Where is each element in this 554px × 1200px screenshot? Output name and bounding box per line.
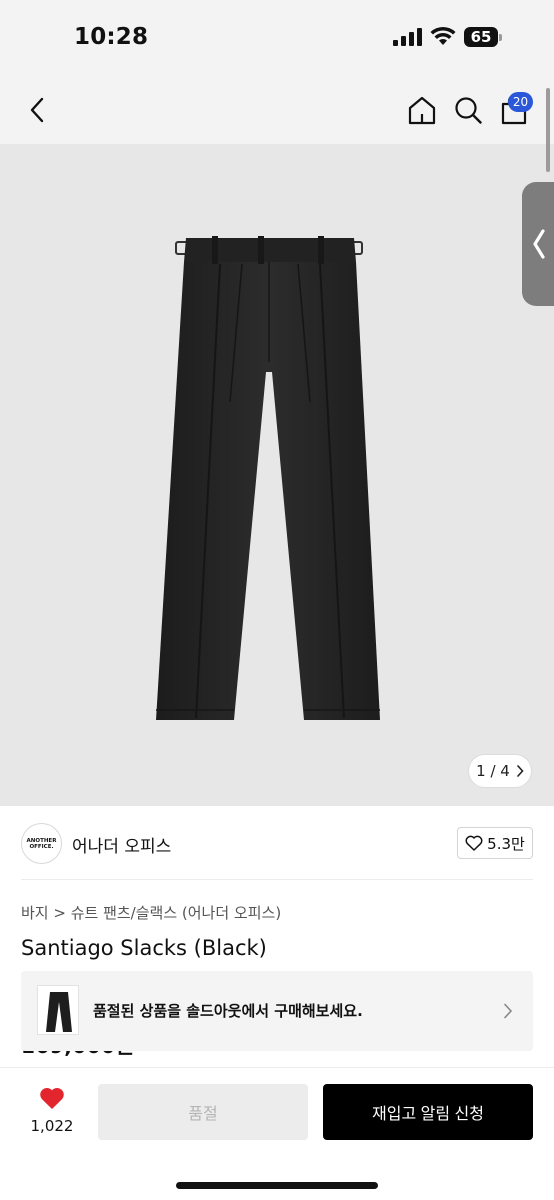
top-nav-bar [0,76,554,144]
category-breadcrumb[interactable]: 바지 > 슈트 팬츠/슬랙스 (어나더 오피스) [21,902,281,923]
product-image-slacks [156,236,380,720]
side-drawer-handle[interactable] [522,182,554,306]
divider [21,879,533,880]
brand-logo[interactable]: ANOTHER OFFICE. [21,823,62,864]
chevron-left-icon [533,229,545,259]
product-title: Santiago Slacks (Black) [21,936,267,960]
status-bar: 10:28 65 [0,0,554,76]
product-image-gallery[interactable] [0,144,554,806]
soldout-marketplace-banner[interactable]: 품절된 상품을 솔드아웃에서 구매해보세요. [21,971,533,1051]
brand-like-button[interactable]: 5.3만 [457,827,533,859]
status-time: 10:28 [74,24,149,50]
wishlist-button[interactable] [26,1086,78,1114]
home-indicator [176,1182,378,1189]
brand-name[interactable]: 어나더 오피스 [72,832,171,857]
heart-outline-icon [465,835,483,851]
image-counter-button[interactable]: 1 / 4 [468,754,532,788]
scroll-indicator[interactable] [546,88,550,172]
image-counter-text: 1 / 4 [476,762,510,780]
chevron-right-icon [517,765,524,777]
cart-count-badge: 20 [508,92,533,112]
heart-filled-icon [40,1088,64,1109]
restock-alert-button[interactable]: 재입고 알림 신청 [323,1084,533,1140]
chevron-left-icon[interactable] [22,94,54,126]
wishlist-count: 1,022 [30,1117,74,1135]
home-icon[interactable] [406,94,438,126]
battery-level: 65 [464,27,498,47]
banner-product-thumbnail [37,985,79,1035]
banner-text: 품절된 상품을 솔드아웃에서 구매해보세요. [93,1002,363,1020]
brand-like-count: 5.3만 [487,834,525,853]
soldout-button[interactable]: 품절 [98,1084,308,1140]
cellular-signal-icon [393,28,423,46]
wifi-icon [430,26,456,45]
chevron-right-icon [504,1003,513,1019]
battery-icon: 65 [464,27,502,47]
search-icon[interactable] [452,94,484,126]
